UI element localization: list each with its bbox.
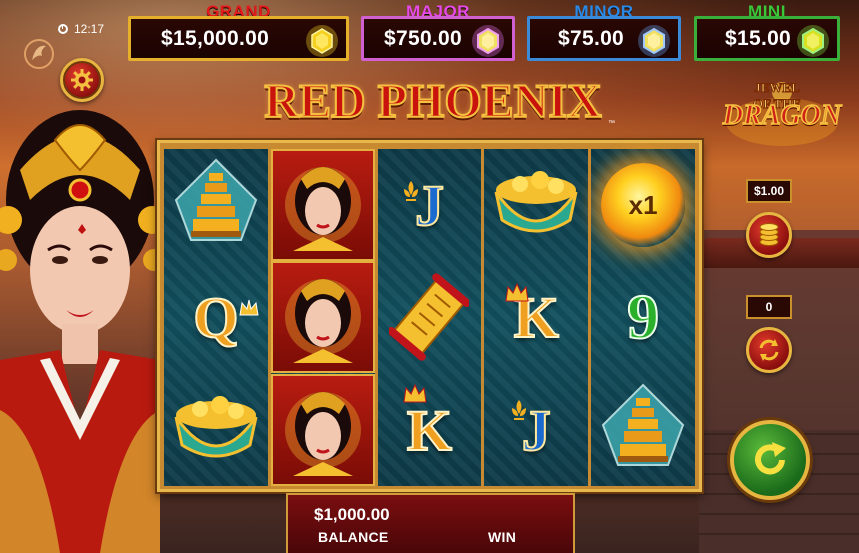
number-9: 9 xyxy=(626,280,660,353)
symbol-j: J xyxy=(484,374,588,486)
jackpot-major: MAJOR $750.00 xyxy=(361,2,515,61)
symbol-empress xyxy=(270,149,375,261)
gear-icon xyxy=(71,69,93,91)
autoplay-arrows-icon xyxy=(759,339,779,361)
bet-button[interactable] xyxy=(746,212,792,258)
jackpot-box: $15,000.00 xyxy=(128,16,349,61)
empress-portrait-icon xyxy=(284,167,361,251)
empress-portrait-icon xyxy=(284,392,361,476)
empress-character xyxy=(0,110,160,553)
jackpot-grand: GRAND $15,000.00 xyxy=(128,2,349,61)
symbol-gold-bowl xyxy=(484,149,588,261)
purple-gem-icon xyxy=(472,25,504,57)
green-gem-icon xyxy=(797,25,829,57)
balance-label: BALANCE xyxy=(318,529,389,545)
crown-icon xyxy=(403,383,427,403)
reel-3: J K xyxy=(377,149,482,486)
gold-bowl-icon xyxy=(494,171,578,233)
symbol-j: J xyxy=(378,149,482,261)
jackpot-mini: MINI $15.00 xyxy=(694,2,840,61)
win-label: WIN xyxy=(488,529,517,545)
jackpot-amount: $750.00 xyxy=(384,26,463,50)
reel-2 xyxy=(270,149,375,486)
autoplay-button[interactable] xyxy=(746,327,792,373)
symbol-gold-bowl xyxy=(164,374,268,486)
reel-grid: Q J K K J x1 9 xyxy=(164,149,695,486)
spin-button[interactable] xyxy=(730,420,810,500)
empress-portrait-icon xyxy=(284,279,361,363)
symbol-k: K xyxy=(484,261,588,373)
jackpot-box: $15.00 xyxy=(694,16,840,61)
jackpot-box: $750.00 xyxy=(361,16,515,61)
gold-bowl-icon xyxy=(174,396,258,458)
reel-1: Q xyxy=(164,149,268,486)
jewel-of-the-dragon-logo: JEWEL OF THE DRAGON xyxy=(712,78,852,150)
balance-value: $1,000.00 xyxy=(314,505,390,524)
jackpot-minor: MINOR $75.00 xyxy=(527,2,681,61)
symbol-pagoda xyxy=(591,374,695,486)
jackpot-box: $75.00 xyxy=(527,16,681,61)
jackpot-amount: $15,000.00 xyxy=(161,26,270,50)
jackpot-amount: $75.00 xyxy=(558,26,625,50)
symbol-empress xyxy=(270,374,375,486)
symbol-empress xyxy=(270,261,375,373)
jackpot-amount: $15.00 xyxy=(725,26,792,50)
multiplier-badge: x1 xyxy=(601,163,686,247)
coins-icon xyxy=(759,223,779,246)
symbol-9: 9 xyxy=(591,261,695,373)
clock: 12:17 xyxy=(58,22,104,36)
bet-amount-display: $1.00 xyxy=(746,179,792,203)
crown-icon xyxy=(505,282,529,302)
game-title: RED PHOENIX xyxy=(263,74,602,129)
fleur-de-lis-icon xyxy=(403,181,418,201)
letter-q: Q xyxy=(192,284,239,351)
symbol-pagoda xyxy=(164,149,268,261)
clock-time: 12:17 xyxy=(74,22,105,36)
pagoda-icon xyxy=(174,158,258,241)
reel-4: K J xyxy=(484,149,589,486)
fleur-de-lis-icon xyxy=(512,400,527,420)
logo-title: DRAGON xyxy=(722,99,842,132)
reels-frame: Q J K K J x1 9 xyxy=(157,140,702,492)
clock-icon xyxy=(58,24,68,34)
autoplay-count-display: 0 xyxy=(746,295,792,319)
spin-arrow-icon xyxy=(755,442,786,475)
phoenix-logo-icon xyxy=(24,39,54,69)
symbol-k: K xyxy=(378,374,482,486)
symbol-multiplier: x1 xyxy=(591,149,695,261)
scroll-icon xyxy=(389,273,470,361)
settings-button[interactable] xyxy=(60,58,104,102)
yellow-gem-icon xyxy=(306,25,338,57)
symbol-scroll xyxy=(378,261,482,373)
pagoda-icon xyxy=(601,383,685,466)
crown-icon xyxy=(239,299,259,316)
blue-gem-icon xyxy=(638,25,670,57)
letter-k: K xyxy=(406,397,453,464)
trademark: ™ xyxy=(608,120,615,127)
balance-bar: $1,000.00 BALANCE WIN xyxy=(286,493,575,553)
reel-5: x1 9 xyxy=(591,149,695,486)
symbol-q: Q xyxy=(164,261,268,373)
